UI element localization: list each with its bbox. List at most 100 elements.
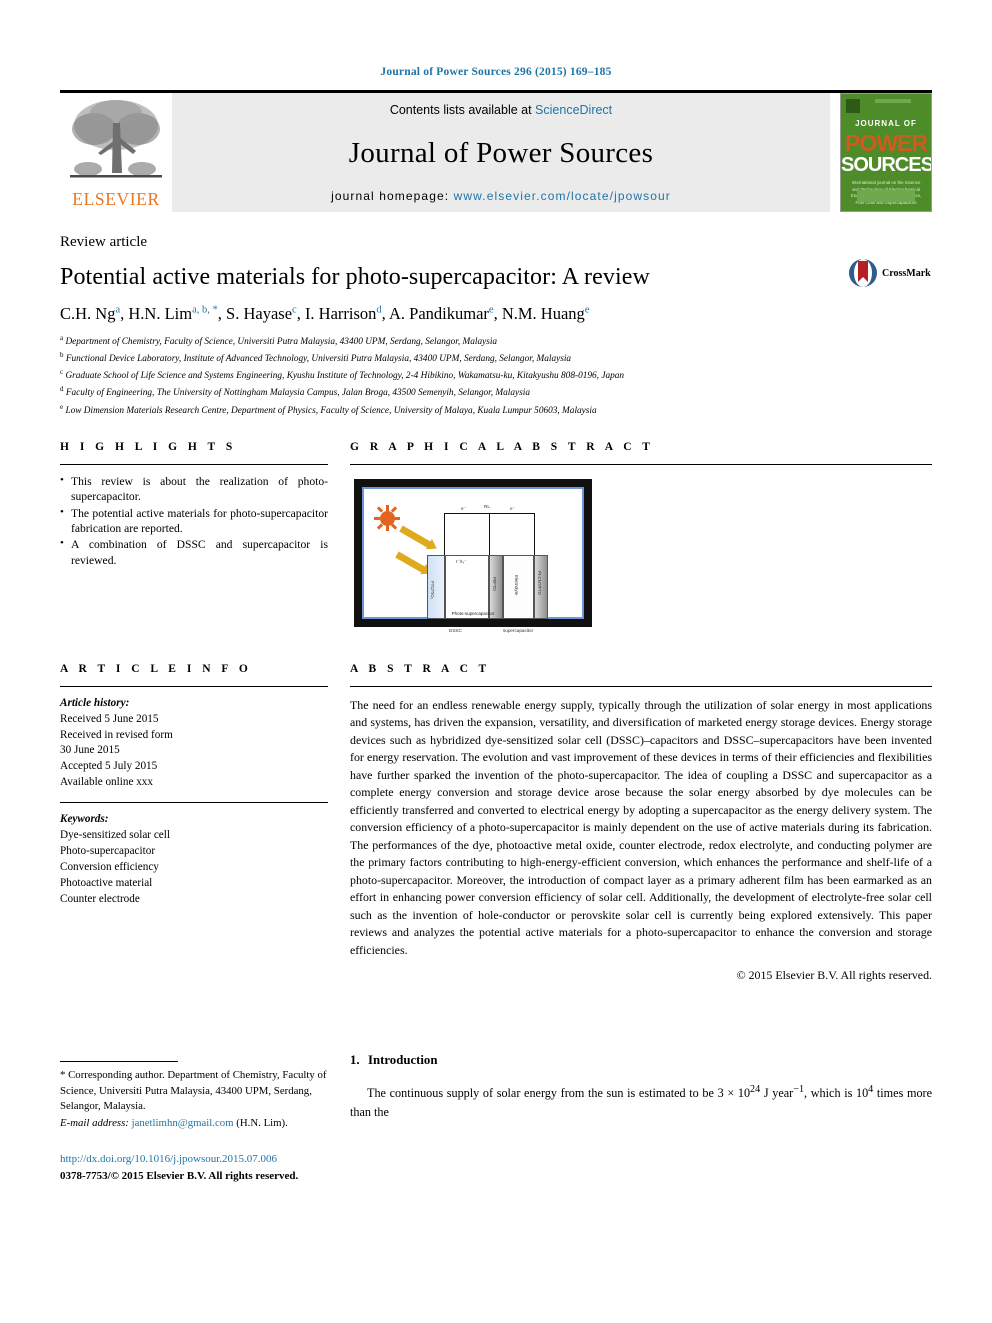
elsevier-tree-icon [68, 95, 164, 189]
sun-ray [386, 504, 389, 511]
sun-ray [390, 523, 398, 530]
homepage-prefix: journal homepage: [331, 189, 454, 203]
graphical-abstract-rule [350, 463, 932, 465]
list-item: This review is about the realization of … [60, 473, 328, 505]
author-affil-marker: d [376, 304, 382, 316]
journal-homepage-link[interactable]: www.elsevier.com/locate/jpowsour [454, 189, 671, 203]
electron-label: e⁻ [461, 505, 466, 511]
affiliation-text: Faculty of Engineering, The University o… [65, 388, 531, 399]
highlights-and-graphical-abstract: H I G H L I G H T S This review is about… [60, 440, 932, 633]
sun-ray [376, 523, 384, 530]
running-head: Journal of Power Sources 296 (2015) 169–… [380, 66, 612, 78]
footnote-column: * Corresponding author. Department of Ch… [60, 1047, 328, 1184]
journal-homepage-line: journal homepage: www.elsevier.com/locat… [331, 189, 671, 203]
history-item: Received 5 June 2015 [60, 712, 159, 725]
introduction-heading: 1. Introduction [350, 1053, 932, 1068]
keyword-item: Conversion efficiency [60, 860, 159, 873]
page-title: Potential active materials for photo-sup… [60, 264, 650, 290]
supercapacitor-bracket [495, 624, 548, 626]
author-name: S. Hayase [226, 304, 293, 323]
affiliation-item: c Graduate School of Life Science and Sy… [60, 367, 932, 384]
affiliation-marker: e [60, 402, 64, 411]
highlights-rule [60, 463, 328, 465]
keywords-block: Keywords: Dye-sensitized solar cell Phot… [60, 812, 328, 907]
author-name: N.M. Huang [501, 304, 585, 323]
keywords-label: Keywords: [60, 813, 109, 826]
affiliation-item: b Functional Device Laboratory, Institut… [60, 350, 932, 367]
contents-list-line: Contents lists available at ScienceDirec… [390, 103, 612, 117]
dssc-bracket [427, 624, 489, 626]
contents-prefix: Contents lists available at [389, 103, 536, 117]
elsevier-wordmark: ELSEVIER [72, 189, 160, 209]
history-item: Accepted 5 July 2015 [60, 760, 158, 773]
doi-link[interactable]: http://dx.doi.org/10.1016/j.jpowsour.201… [60, 1151, 328, 1168]
electrode-1-label: FTO/TiO₂ [430, 580, 435, 599]
introduction-number: 1. [350, 1053, 360, 1068]
crossmark-label: CrossMark [882, 267, 931, 279]
article-history-label: Article history: [60, 696, 130, 709]
author-name: H.N. Lim [128, 304, 193, 323]
crossmark-badge[interactable]: CrossMark [848, 256, 932, 290]
email-link[interactable]: janetlimhn@gmail.com [132, 1117, 234, 1129]
author-name: A. Pandikumar [389, 304, 489, 323]
intro-exp-2: −1 [793, 1084, 805, 1096]
author-affil-marker: e [488, 304, 494, 316]
author-item: S. Hayasec [226, 304, 297, 323]
journal-title: Journal of Power Sources [348, 136, 654, 169]
abstract-section: A B S T R A C T The need for an endless … [350, 663, 932, 984]
history-item: 30 June 2015 [60, 744, 120, 757]
author-name: C.H. Ng [60, 304, 116, 323]
affiliation-marker: d [60, 385, 64, 394]
affiliation-text: Functional Device Laboratory, Institute … [65, 354, 572, 365]
author-name: I. Harrison [304, 304, 377, 323]
cover-elsevier-mark [846, 99, 860, 113]
sciencedirect-link[interactable]: ScienceDirect [535, 103, 612, 117]
electrode-2-label: Pt/FTO [492, 576, 497, 591]
circuit-wire [534, 512, 535, 555]
keyword-item: Photoactive material [60, 876, 153, 889]
electrode-3-label: Pt-CNT/FTO [537, 570, 542, 595]
abstract-heading: A B S T R A C T [350, 662, 491, 675]
author-item: A. Pandikumare [389, 304, 494, 323]
figure-caption: Photo-supercapacitor [451, 610, 495, 616]
intro-exp-1: 24 [750, 1084, 761, 1096]
author-item: C.H. Nga [60, 304, 120, 323]
affiliation-marker: b [60, 351, 64, 360]
keyword-item: Dye-sensitized solar cell [60, 829, 170, 842]
light-arrow [395, 551, 427, 574]
highlights-list: This review is about the realization of … [60, 473, 328, 568]
intro-text-3: , which is 10 [804, 1086, 869, 1101]
abstract-rule [350, 685, 932, 687]
author-item: N.M. Huange [502, 304, 590, 323]
keyword-item: Photo-supercapacitor [60, 844, 156, 857]
graphical-abstract-heading: G R A P H I C A L A B S T R A C T [350, 440, 654, 453]
introduction-title: Introduction [368, 1053, 438, 1068]
intro-text-1: The continuous supply of solar energy fr… [367, 1086, 751, 1101]
issn-copyright-line: 0378-7753/© 2015 Elsevier B.V. All right… [60, 1169, 299, 1182]
affiliation-item: d Faculty of Engineering, The University… [60, 384, 932, 401]
graphical-abstract-figure: e⁻ e⁻ RL FTO/TiO₂ I⁻/I₃⁻ Pt/FTO Pt-CNT/F… [354, 478, 592, 633]
light-arrow [399, 525, 433, 549]
sun-ray [394, 516, 400, 520]
electron-label: e⁻ [510, 505, 515, 511]
corresponding-author-note: * Corresponding author. Department of Ch… [60, 1069, 327, 1113]
affiliation-item: a Department of Chemistry, Faculty of Sc… [60, 333, 932, 350]
elsevier-logo: ELSEVIER [60, 93, 172, 212]
keyword-item: Counter electrode [60, 892, 140, 905]
abstract-body: The need for an endless renewable energy… [350, 697, 932, 957]
redox-label: I⁻/I₃⁻ [456, 558, 467, 564]
electrolyte-label: Electrolyte [514, 574, 519, 595]
articleinfo-and-abstract: A R T I C L E I N F O Article history: R… [60, 663, 932, 984]
highlights-section: H I G H L I G H T S This review is about… [60, 441, 328, 627]
highlights-heading: H I G H L I G H T S [60, 440, 237, 453]
article-info-heading: A R T I C L E I N F O [60, 662, 252, 675]
author-affil-marker: c [292, 304, 297, 316]
supercapacitor-label: supercapacitor [503, 627, 534, 633]
cover-line2: POWER [845, 130, 928, 156]
affiliation-marker: c [60, 368, 64, 377]
author-affil-marker: e [584, 304, 590, 316]
abstract-copyright: © 2015 Elsevier B.V. All rights reserved… [736, 968, 932, 983]
load-label: RL [484, 503, 490, 509]
intro-text-2: J year [760, 1086, 794, 1101]
author-affil-marker: a, b, * [192, 304, 218, 316]
